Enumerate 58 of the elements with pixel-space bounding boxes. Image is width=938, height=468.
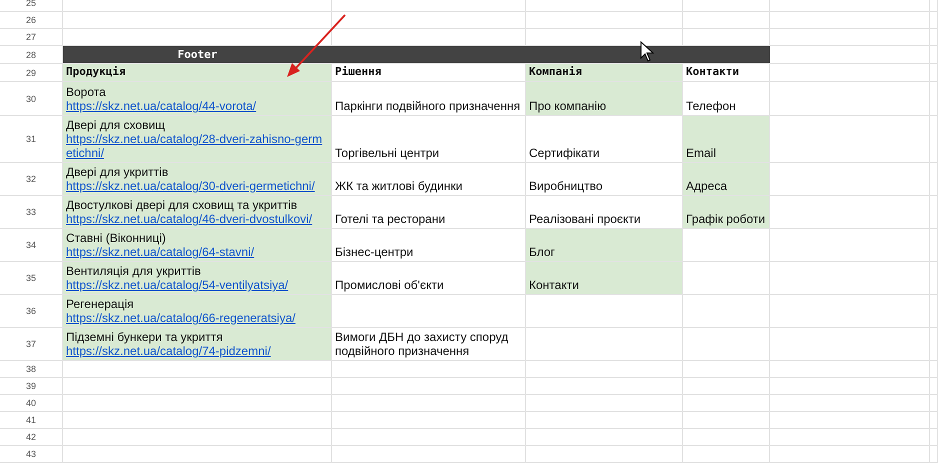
- cell-text: Ставні (Віконниці): [66, 231, 167, 245]
- row-number: 42: [0, 429, 63, 446]
- table-cell: Готелі та ресторани: [332, 196, 526, 229]
- row-number: 31: [0, 116, 63, 163]
- table-cell: Email: [683, 116, 770, 163]
- table-cell: Адреса: [683, 163, 770, 196]
- row-number: 29: [0, 64, 63, 82]
- table-cell: Промислові об'єкти: [332, 262, 526, 295]
- column-heading-cell: Продукція: [63, 64, 332, 82]
- row-number: 41: [0, 412, 63, 429]
- catalog-link[interactable]: https://skz.net.ua/catalog/46-dveri-dvostulkovi/: [66, 212, 328, 226]
- table-cell: Виробництво: [526, 163, 683, 196]
- row-number: 28: [0, 46, 63, 64]
- table-cell: Телефон: [683, 82, 770, 116]
- catalog-link[interactable]: https://skz.net.ua/catalog/74-pidzemni/: [66, 344, 328, 358]
- row-number: 43: [0, 446, 63, 463]
- table-cell: Торгівельні центри: [332, 116, 526, 163]
- row-number: 39: [0, 378, 63, 395]
- table-cell: Про компанію: [526, 82, 683, 116]
- table-cell: Бізнес-центри: [332, 229, 526, 262]
- table-cell: Блог: [526, 229, 683, 262]
- row-number: 32: [0, 163, 63, 196]
- catalog-link[interactable]: https://skz.net.ua/catalog/44-vorota/: [66, 99, 328, 113]
- cell-text: Ворота: [66, 85, 107, 99]
- table-cell: Графік роботи: [683, 196, 770, 229]
- row-number: 38: [0, 361, 63, 378]
- row-number: 36: [0, 295, 63, 328]
- table-cell: Паркінги подвійного призначення: [332, 82, 526, 116]
- column-heading-cell: Рішення: [332, 64, 526, 82]
- cell-text: Двері для укриттів: [66, 165, 170, 179]
- cell-text: Підземні бункери та укриття: [66, 330, 224, 344]
- catalog-link[interactable]: https://skz.net.ua/catalog/66-regeneratsiya/: [66, 311, 328, 325]
- row-number: 34: [0, 229, 63, 262]
- section-title: Footer: [178, 48, 218, 61]
- cell-text: Двостулкові двері для сховищ та укриттів: [66, 198, 298, 212]
- row-number: 37: [0, 328, 63, 361]
- mouse-pointer-icon: [640, 40, 654, 62]
- table-cell: Сертифікати: [526, 116, 683, 163]
- row-number: 27: [0, 29, 63, 46]
- row-number: 26: [0, 12, 63, 29]
- table-cell: Реалізовані проєкти: [526, 196, 683, 229]
- column-heading-cell: Контакти: [683, 64, 770, 82]
- table-cell: Контакти: [526, 262, 683, 295]
- row-number: 33: [0, 196, 63, 229]
- row-number: 25: [0, 0, 63, 12]
- cell-text: Вентиляція для укриттів: [66, 264, 202, 278]
- row-number: 35: [0, 262, 63, 295]
- row-number: 40: [0, 395, 63, 412]
- row-number: 30: [0, 82, 63, 116]
- cell-text: Регенерація: [66, 297, 135, 311]
- table-cell: Вимоги ДБН до захисту споруд подвійного призначення: [332, 328, 526, 361]
- catalog-link[interactable]: https://skz.net.ua/catalog/28-dveri-zahisno-germetichni/: [66, 132, 328, 160]
- catalog-link[interactable]: https://skz.net.ua/catalog/30-dveri-germetichni/: [66, 179, 328, 193]
- cell-text: Двері для сховищ: [66, 118, 166, 132]
- column-heading-cell: Компанія: [526, 64, 683, 82]
- catalog-link[interactable]: https://skz.net.ua/catalog/64-stavni/: [66, 245, 328, 259]
- table-cell: ЖК та житлові будинки: [332, 163, 526, 196]
- catalog-link[interactable]: https://skz.net.ua/catalog/54-ventilyatsiya/: [66, 278, 328, 292]
